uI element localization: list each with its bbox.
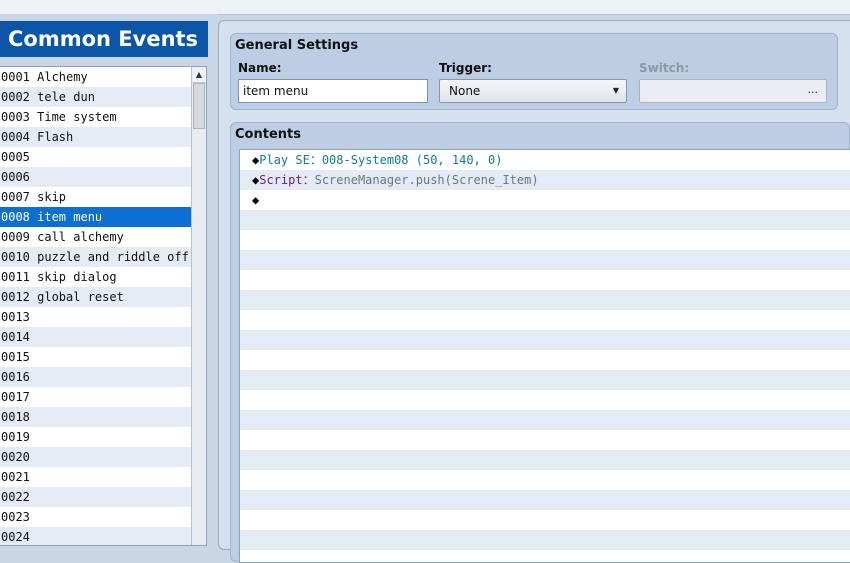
contents-list[interactable]: ◆Play SE：008-System08 (50, 140, 0) ◆Scrip… — [239, 149, 850, 563]
empty-command-row — [240, 550, 850, 562]
command-row[interactable]: ◆Play SE：008-System08 (50, 140, 0) — [240, 150, 850, 170]
empty-command-row — [240, 230, 850, 250]
command-keyword: Play SE — [259, 153, 310, 167]
event-list-item[interactable]: 0017 — [0, 387, 191, 407]
event-list-item[interactable]: 0008 item menu — [0, 207, 191, 227]
event-list-item[interactable]: 0006 — [0, 167, 191, 187]
event-list-item[interactable]: 0024 — [0, 527, 191, 545]
empty-command-row — [240, 350, 850, 370]
contents-title: Contents — [235, 127, 301, 142]
command-detail: 008-System08 (50, 140, 0) — [321, 153, 503, 167]
event-list-item[interactable]: 0023 — [0, 507, 191, 527]
event-list-item[interactable]: 0021 — [0, 467, 191, 487]
command-rows: ◆Play SE：008-System08 (50, 140, 0) ◆Scrip… — [240, 150, 850, 562]
event-editor-panel: General Settings Name: Trigger: Switch: … — [218, 20, 850, 563]
window-top-strip — [0, 0, 850, 15]
name-input[interactable] — [238, 79, 428, 103]
empty-command-row — [240, 470, 850, 490]
common-events-title: Common Events — [0, 21, 208, 57]
empty-command-row — [240, 270, 850, 290]
empty-command-row — [240, 290, 850, 310]
trigger-select[interactable]: None ▼ — [439, 79, 627, 103]
empty-command-row — [240, 330, 850, 350]
switch-label: Switch: — [639, 61, 690, 75]
empty-command-row — [240, 430, 850, 450]
switch-select[interactable]: ... — [639, 79, 827, 103]
command-row[interactable]: ◆ — [240, 190, 850, 210]
command-separator: ： — [302, 173, 315, 187]
empty-command-row — [240, 210, 850, 230]
event-list-item[interactable]: 0012 global reset — [0, 287, 191, 307]
event-list-item[interactable]: 0004 Flash — [0, 127, 191, 147]
event-list-item[interactable]: 0022 — [0, 487, 191, 507]
event-list-item[interactable]: 0013 — [0, 307, 191, 327]
event-list-item[interactable]: 0018 — [0, 407, 191, 427]
empty-command-row — [240, 410, 850, 430]
command-keyword: Script — [259, 173, 303, 187]
common-events-list[interactable]: 0001 Alchemy 0002 tele dun 0003 Time syste… — [0, 66, 207, 546]
event-list-item[interactable]: 0020 — [0, 447, 191, 467]
empty-command-row — [240, 530, 850, 550]
events-scrollbar[interactable]: ▲ — [191, 67, 206, 545]
event-list-item[interactable]: 0007 skip — [0, 187, 191, 207]
command-row[interactable]: ◆Script：ScreneManager.push(Screne_Item) — [240, 170, 850, 190]
event-list-item[interactable]: 0015 — [0, 347, 191, 367]
event-rows: 0001 Alchemy 0002 tele dun 0003 Time syste… — [0, 67, 191, 545]
common-events-panel: Common Events 0001 Alchemy 0002 tele dun 0… — [0, 14, 217, 546]
event-list-item[interactable]: 0010 puzzle and riddle off — [0, 247, 191, 267]
trigger-label: Trigger: — [439, 61, 492, 75]
switch-browse-button[interactable]: ... — [808, 83, 819, 96]
trigger-value: None — [449, 84, 481, 98]
event-list-item[interactable]: 0014 — [0, 327, 191, 347]
event-list-item[interactable]: 0001 Alchemy — [0, 67, 191, 87]
name-label: Name: — [238, 61, 282, 75]
scrollbar-thumb[interactable] — [193, 83, 205, 129]
event-list-item[interactable]: 0016 — [0, 367, 191, 387]
general-settings-group: General Settings Name: Trigger: Switch: … — [230, 33, 838, 110]
empty-command-row — [240, 310, 850, 330]
empty-command-row — [240, 450, 850, 470]
empty-command-row — [240, 390, 850, 410]
event-list-item[interactable]: 0002 tele dun — [0, 87, 191, 107]
empty-command-row — [240, 490, 850, 510]
empty-command-row — [240, 370, 850, 390]
general-settings-title: General Settings — [235, 38, 359, 53]
empty-command-row — [240, 250, 850, 270]
empty-command-row — [240, 510, 850, 530]
chevron-down-icon: ▼ — [612, 86, 619, 95]
event-list-item[interactable]: 0005 — [0, 147, 191, 167]
event-list-item[interactable]: 0003 Time system — [0, 107, 191, 127]
event-list-item[interactable]: 0011 skip dialog — [0, 267, 191, 287]
event-list-item[interactable]: 0019 — [0, 427, 191, 447]
contents-group: Contents ◆Play SE：008-System08 (50, 140,… — [230, 122, 850, 563]
scroll-up-arrow-icon[interactable]: ▲ — [192, 67, 206, 83]
command-detail: ScreneManager.push(Screne_Item) — [314, 173, 539, 187]
command-marker-icon: ◆ — [252, 193, 260, 207]
event-list-item[interactable]: 0009 call alchemy — [0, 227, 191, 247]
command-separator: ： — [309, 153, 322, 167]
